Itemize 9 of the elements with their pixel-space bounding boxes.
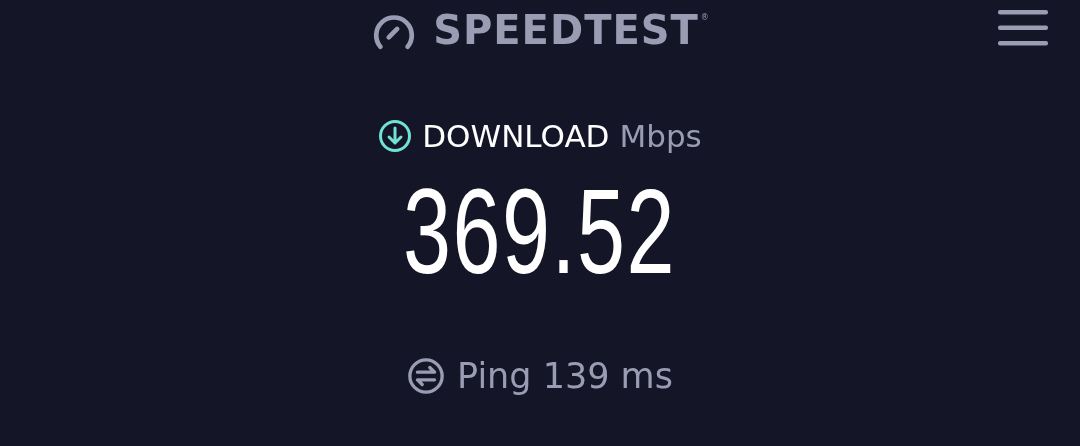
ping-text: Ping 139 ms bbox=[457, 356, 673, 396]
download-label: DOWNLOAD bbox=[422, 118, 610, 154]
menu-icon[interactable] bbox=[998, 10, 1048, 46]
unit-label: Mbps bbox=[619, 118, 702, 154]
logo-text: SPEEDTEST bbox=[433, 7, 699, 53]
ping-icon bbox=[407, 357, 446, 395]
download-icon bbox=[378, 119, 413, 153]
registered-mark: ® bbox=[700, 13, 709, 22]
speed-value: 369.52 bbox=[403, 176, 677, 286]
